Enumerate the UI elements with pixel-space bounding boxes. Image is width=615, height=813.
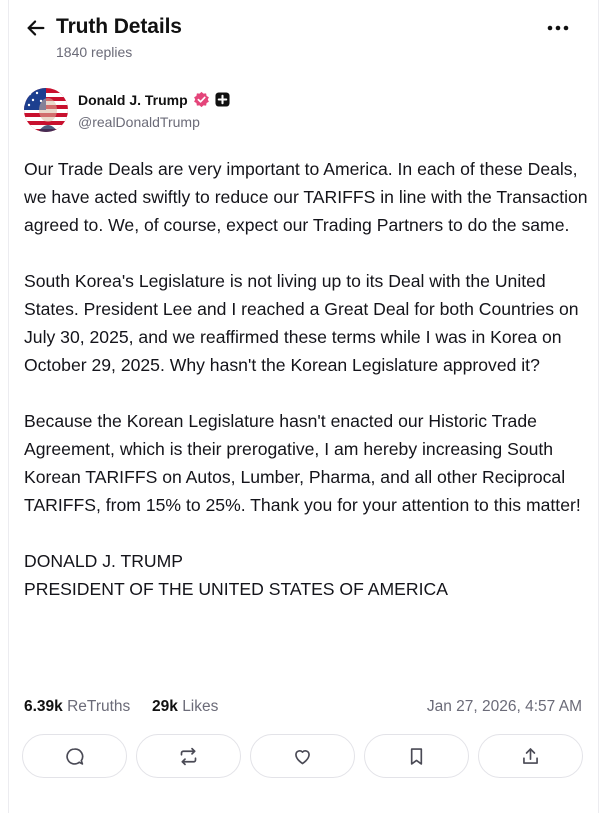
- post-author: Donald J. Trump @realDonaldTrump: [24, 88, 584, 134]
- heart-icon: [295, 749, 310, 764]
- more-horizontal-icon[interactable]: [546, 20, 570, 36]
- post-signature: DONALD J. TRUMP PRESIDENT OF THE UNITED …: [24, 551, 448, 599]
- bookmark-button[interactable]: [364, 734, 469, 778]
- avatar[interactable]: [24, 88, 68, 132]
- reply-icon: [66, 747, 84, 765]
- avatar-flag-portrait: [24, 88, 68, 132]
- reply-count: 1840 replies: [56, 44, 133, 60]
- page-header: Truth Details 1840 replies: [0, 0, 615, 75]
- share-button[interactable]: [478, 734, 583, 778]
- post-paragraph: Because the Korean Legislature hasn't en…: [24, 411, 581, 515]
- likes-label: Likes: [182, 698, 219, 715]
- retruths-count: 6.39k: [24, 698, 63, 715]
- post-stats: 6.39k ReTruths 29k Likes Jan 27, 2026, 4…: [24, 698, 582, 720]
- author-name[interactable]: Donald J. Trump: [78, 92, 188, 108]
- retruth-button[interactable]: [136, 734, 241, 778]
- retruths-label: ReTruths: [67, 698, 131, 715]
- author-name-row: Donald J. Trump: [78, 91, 230, 108]
- post-paragraph: South Korea's Legislature is not living …: [24, 271, 579, 375]
- post-timestamp: Jan 27, 2026, 4:57 AM: [426, 698, 582, 715]
- likes-count: 29k: [152, 698, 178, 715]
- likes-stat[interactable]: 29k Likes: [152, 698, 218, 716]
- post-paragraph: Our Trade Deals are very important to Am…: [24, 159, 588, 235]
- bookmark-icon: [410, 747, 423, 765]
- retruths-stat[interactable]: 6.39k ReTruths: [24, 698, 130, 716]
- plus-badge-icon: [215, 92, 230, 107]
- reply-button[interactable]: [22, 734, 127, 778]
- page-title: Truth Details: [56, 15, 182, 38]
- verified-badge-icon: [193, 91, 209, 108]
- author-handle[interactable]: @realDonaldTrump: [78, 114, 200, 130]
- like-button[interactable]: [250, 734, 355, 778]
- post-body: Our Trade Deals are very important to Am…: [24, 155, 590, 603]
- share-icon: [523, 747, 538, 764]
- arrow-left-icon[interactable]: [25, 17, 47, 39]
- retruth-icon: [180, 747, 197, 765]
- post-actions: [22, 734, 584, 778]
